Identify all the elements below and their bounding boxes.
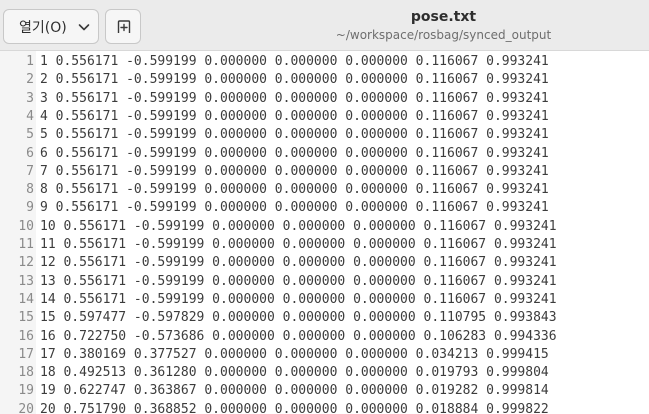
line-text: 3 0.556171 -0.599199 0.000000 0.000000 0… <box>40 90 549 106</box>
line-text: 18 0.492513 0.361280 0.000000 0.000000 0… <box>40 365 549 381</box>
open-button[interactable]: 열기(O) <box>3 9 99 44</box>
line-number: 8 <box>26 182 34 198</box>
line-number: 20 <box>18 401 34 414</box>
line-number: 13 <box>18 273 34 289</box>
line-number: 6 <box>26 145 34 161</box>
text-line: 7 7 0.556171 -0.599199 0.000000 0.000000 … <box>0 163 649 181</box>
window-title: pose.txt <box>410 9 477 25</box>
text-line: 2 2 0.556171 -0.599199 0.000000 0.000000 … <box>0 71 649 89</box>
line-number: 11 <box>18 237 34 252</box>
line-number: 3 <box>26 90 34 106</box>
text-line: 5 5 0.556171 -0.599199 0.000000 0.000000 … <box>0 126 649 144</box>
line-number: 18 <box>18 365 34 381</box>
text-line: 1 1 0.556171 -0.599199 0.000000 0.000000 … <box>0 53 649 71</box>
line-number: 19 <box>18 383 34 399</box>
text-line: 3 3 0.556171 -0.599199 0.000000 0.000000 … <box>0 90 649 108</box>
text-line: 15 15 0.597477 -0.597829 0.000000 0.00000… <box>0 309 649 327</box>
text-line: 9 9 0.556171 -0.599199 0.000000 0.000000 … <box>0 199 649 217</box>
line-text: 13 0.556171 -0.599199 0.000000 0.000000 … <box>40 273 557 289</box>
line-number: 15 <box>18 310 34 326</box>
text-line: 19 19 0.622747 0.363867 0.000000 0.000000… <box>0 382 649 400</box>
line-text: 2 0.556171 -0.599199 0.000000 0.000000 0… <box>40 72 549 88</box>
text-line: 20 20 0.751790 0.368852 0.000000 0.000000… <box>0 401 649 414</box>
line-text: 8 0.556171 -0.599199 0.000000 0.000000 0… <box>40 182 549 198</box>
open-button-label: 열기(O) <box>19 19 67 36</box>
new-tab-icon <box>117 20 131 33</box>
line-text: 7 0.556171 -0.599199 0.000000 0.000000 0… <box>40 163 549 179</box>
line-number: 7 <box>26 163 34 179</box>
text-line: 10 10 0.556171 -0.599199 0.000000 0.00000… <box>0 218 649 236</box>
new-tab-button[interactable] <box>105 9 141 44</box>
line-text: 5 0.556171 -0.599199 0.000000 0.000000 0… <box>40 127 549 143</box>
line-text: 9 0.556171 -0.599199 0.000000 0.000000 0… <box>40 200 549 216</box>
line-number: 14 <box>18 291 34 307</box>
line-number: 2 <box>26 72 34 88</box>
line-number: 4 <box>26 108 34 124</box>
line-text: 10 0.556171 -0.599199 0.000000 0.000000 … <box>40 218 557 234</box>
line-number: 12 <box>18 255 34 271</box>
text-line: 8 8 0.556171 -0.599199 0.000000 0.000000 … <box>0 181 649 199</box>
chevron-down-icon <box>78 24 90 31</box>
line-text: 1 0.556171 -0.599199 0.000000 0.000000 0… <box>40 54 549 69</box>
line-number: 1 <box>26 54 34 69</box>
line-number: 16 <box>18 328 34 344</box>
line-number: 9 <box>26 200 34 216</box>
line-text: 15 0.597477 -0.597829 0.000000 0.000000 … <box>40 310 557 326</box>
text-line: 4 4 0.556171 -0.599199 0.000000 0.000000 … <box>0 108 649 126</box>
line-text: 20 0.751790 0.368852 0.000000 0.000000 0… <box>40 401 549 414</box>
text-line: 6 6 0.556171 -0.599199 0.000000 0.000000 … <box>0 145 649 163</box>
text-line: 11 11 0.556171 -0.599199 0.000000 0.00000… <box>0 236 649 254</box>
line-text: 4 0.556171 -0.599199 0.000000 0.000000 0… <box>40 108 549 124</box>
line-text: 14 0.556171 -0.599199 0.000000 0.000000 … <box>40 291 557 307</box>
line-number: 10 <box>18 218 34 234</box>
file-path: ~/workspace/rosbag/synced_output <box>335 28 552 42</box>
line-text: 17 0.380169 0.377527 0.000000 0.000000 0… <box>40 346 549 362</box>
text-line: 13 13 0.556171 -0.599199 0.000000 0.00000… <box>0 273 649 291</box>
line-text: 12 0.556171 -0.599199 0.000000 0.000000 … <box>40 255 557 271</box>
line-text: 16 0.722750 -0.573686 0.000000 0.000000 … <box>40 328 557 344</box>
line-number: 17 <box>18 346 34 362</box>
text-line: 16 16 0.722750 -0.573686 0.000000 0.00000… <box>0 328 649 346</box>
text-line: 12 12 0.556171 -0.599199 0.000000 0.00000… <box>0 254 649 272</box>
header-bar: 열기(O) pose.txt ~/workspace/rosbag/synced… <box>0 0 649 51</box>
text-line: 17 17 0.380169 0.377527 0.000000 0.000000… <box>0 346 649 364</box>
line-text: 6 0.556171 -0.599199 0.000000 0.000000 0… <box>40 145 549 161</box>
line-text: 11 0.556171 -0.599199 0.000000 0.000000 … <box>40 237 557 252</box>
text-view[interactable]: 1 1 0.556171 -0.599199 0.000000 0.000000 … <box>0 51 649 414</box>
text-editor-window: 열기(O) pose.txt ~/workspace/rosbag/synced… <box>0 0 649 414</box>
text-line: 18 18 0.492513 0.361280 0.000000 0.000000… <box>0 364 649 382</box>
line-number: 5 <box>26 127 34 143</box>
line-text: 19 0.622747 0.363867 0.000000 0.000000 0… <box>40 383 549 399</box>
text-line: 14 14 0.556171 -0.599199 0.000000 0.00000… <box>0 291 649 309</box>
